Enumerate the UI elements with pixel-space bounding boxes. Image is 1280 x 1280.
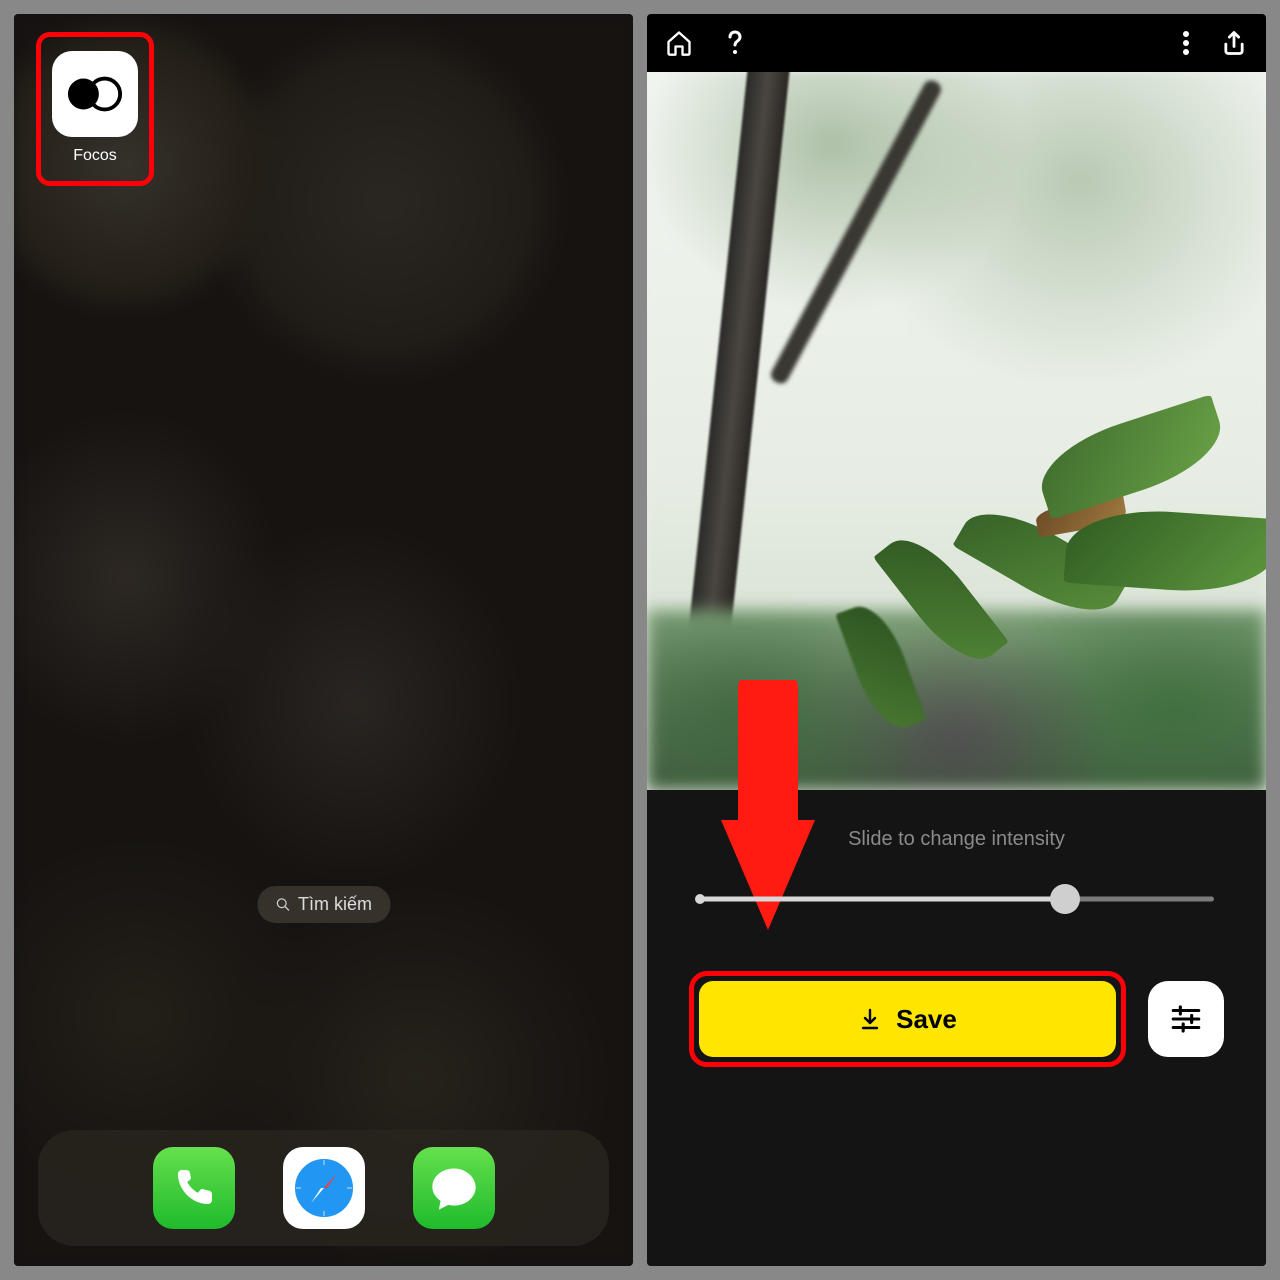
download-icon — [858, 1007, 882, 1031]
focos-app-highlight: Focos — [36, 32, 154, 186]
more-icon — [1182, 30, 1190, 56]
save-button-label: Save — [896, 1004, 957, 1035]
slider-track — [699, 897, 1214, 902]
messages-app[interactable] — [413, 1147, 495, 1229]
photo-preview[interactable] — [647, 72, 1266, 790]
phone-icon — [170, 1164, 218, 1212]
editor-topbar — [647, 14, 1266, 72]
share-icon — [1220, 29, 1248, 57]
save-button-highlight: Save — [689, 971, 1126, 1067]
help-icon — [723, 29, 747, 57]
intensity-slider[interactable] — [699, 887, 1214, 911]
action-row: Save — [689, 971, 1224, 1067]
adjust-button[interactable] — [1148, 981, 1224, 1057]
dock — [38, 1130, 609, 1246]
help-button[interactable] — [723, 29, 747, 57]
more-button[interactable] — [1182, 30, 1190, 56]
focos-icon — [66, 74, 124, 114]
safari-icon — [289, 1153, 359, 1223]
save-button[interactable]: Save — [699, 981, 1116, 1057]
messages-icon — [428, 1162, 480, 1214]
sliders-icon — [1169, 1002, 1203, 1036]
slider-thumb[interactable] — [1050, 884, 1080, 914]
share-button[interactable] — [1220, 29, 1248, 57]
intensity-slider-label: Slide to change intensity — [689, 828, 1224, 851]
focos-app-label: Focos — [73, 147, 117, 165]
safari-app[interactable] — [283, 1147, 365, 1229]
home-icon — [665, 29, 693, 57]
spotlight-search[interactable]: Tìm kiếm — [257, 886, 390, 923]
slider-start-dot — [695, 894, 705, 904]
photo-editor: Slide to change intensity Save — [647, 14, 1266, 1266]
blurred-wallpaper — [14, 14, 633, 1266]
home-button[interactable] — [665, 29, 693, 57]
phone-app[interactable] — [153, 1147, 235, 1229]
search-label: Tìm kiếm — [298, 894, 372, 915]
ios-home-screen: Focos Tìm kiếm — [14, 14, 633, 1266]
focos-app[interactable] — [52, 51, 138, 137]
editor-controls: Slide to change intensity Save — [647, 790, 1266, 1266]
search-icon — [275, 897, 290, 912]
